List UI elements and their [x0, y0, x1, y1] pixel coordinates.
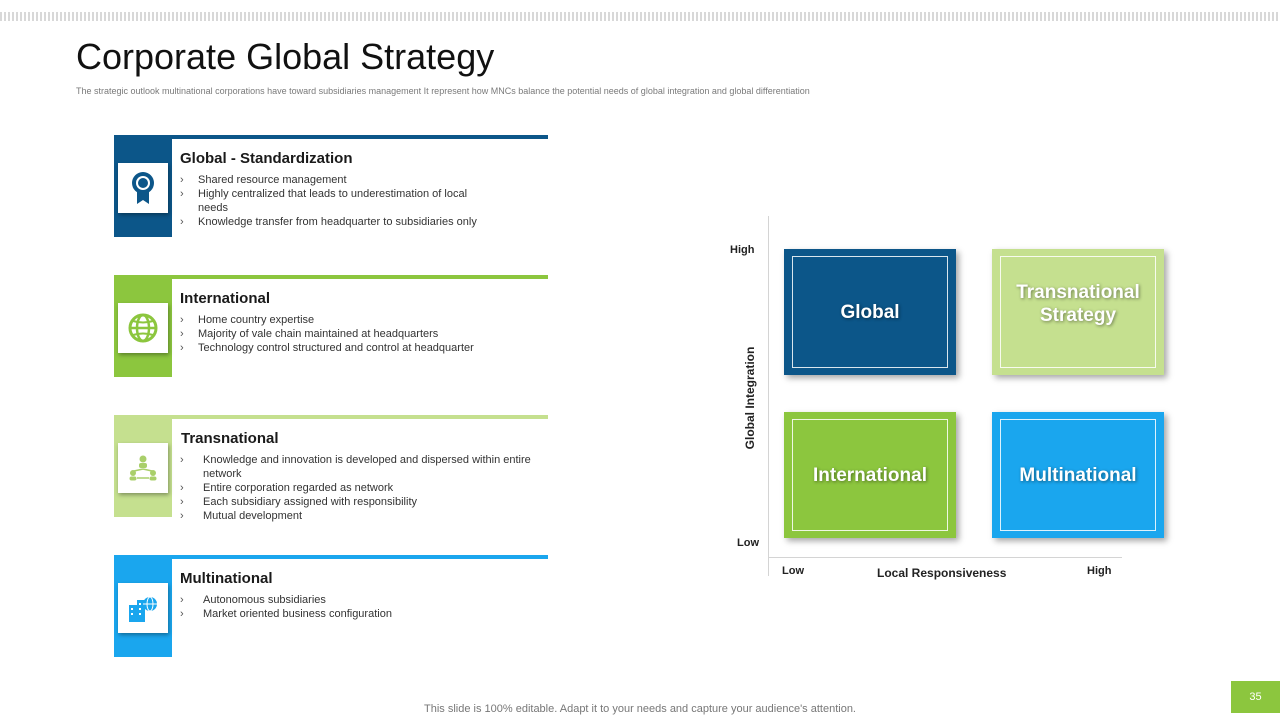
bullet-item: Knowledge and innovation is developed an… — [180, 453, 540, 481]
card-multinational: Multinational Autonomous subsidiaries Ma… — [114, 555, 548, 657]
card-title: Multinational — [180, 570, 273, 587]
x-axis-low-label: Low — [782, 565, 804, 577]
x-axis-title: Local Responsiveness — [877, 566, 1007, 580]
buildings-globe-icon — [129, 596, 157, 622]
card-top-line — [172, 135, 548, 139]
card-bullet-list: Shared resource management Highly centra… — [180, 173, 540, 229]
quadrant-global: Global — [784, 249, 956, 375]
quadrant-label: International — [812, 464, 927, 486]
slide-subtitle: The strategic outlook multinational corp… — [76, 86, 810, 96]
card-bullet-list: Autonomous subsidiaries Market oriented … — [180, 593, 540, 621]
footer-note: This slide is 100% editable. Adapt it to… — [424, 703, 856, 715]
quadrant-international: International — [784, 412, 956, 538]
card-icon-box — [118, 303, 168, 353]
quadrant-label: Transnational Strategy — [1016, 282, 1140, 326]
bullet-item: Mutual development — [180, 509, 540, 523]
quadrant-label: Global — [840, 301, 900, 323]
bullet-item: Entire corporation regarded as network — [180, 481, 540, 495]
quadrant-label: Multinational — [1019, 464, 1137, 486]
x-axis-high-label: High — [1087, 565, 1112, 577]
bullet-item: Shared resource management — [180, 173, 540, 187]
page-number-badge: 35 — [1231, 681, 1280, 713]
card-title: Global - Standardization — [180, 150, 353, 167]
card-icon-box — [118, 443, 168, 493]
bullet-item: Highly centralized that leads to underes… — [180, 187, 480, 215]
card-top-line — [172, 555, 548, 559]
network-people-icon — [129, 455, 157, 481]
y-axis-line — [768, 216, 769, 576]
card-bullet-list: Knowledge and innovation is developed an… — [180, 453, 540, 523]
card-title: Transnational — [181, 430, 279, 447]
card-bullet-list: Home country expertise Majority of vale … — [180, 313, 540, 355]
quadrant-transnational-strategy: Transnational Strategy — [992, 249, 1164, 375]
bullet-item: Each subsidiary assigned with responsibi… — [180, 495, 540, 509]
quadrant-multinational: Multinational — [992, 412, 1164, 538]
bullet-item: Autonomous subsidiaries — [180, 593, 540, 607]
bullet-item: Majority of vale chain maintained at hea… — [180, 327, 540, 341]
card-top-line — [172, 275, 548, 279]
card-global-standardization: Global - Standardization Shared resource… — [114, 135, 548, 237]
card-top-line — [172, 415, 548, 419]
y-axis-high-label: High — [730, 244, 755, 256]
bullet-item: Market oriented business configuration — [180, 607, 540, 621]
bullet-item: Home country expertise — [180, 313, 540, 327]
card-icon-box — [118, 583, 168, 633]
card-icon-box — [118, 163, 168, 213]
y-axis-title: Global Integration — [743, 346, 757, 450]
card-title: International — [180, 290, 271, 307]
x-axis-line — [768, 557, 1122, 558]
y-axis-low-label: Low — [737, 537, 759, 549]
card-international: International Home country expertise Maj… — [114, 275, 548, 377]
globe-icon — [128, 313, 158, 343]
bullet-item: Technology control structured and contro… — [180, 341, 540, 355]
bullet-item: Knowledge transfer from headquarter to s… — [180, 215, 540, 229]
card-transnational: Transnational Knowledge and innovation i… — [114, 415, 548, 523]
slide-title: Corporate Global Strategy — [76, 36, 495, 77]
top-decorative-stripe — [0, 12, 1280, 21]
award-ribbon-icon — [132, 172, 154, 204]
